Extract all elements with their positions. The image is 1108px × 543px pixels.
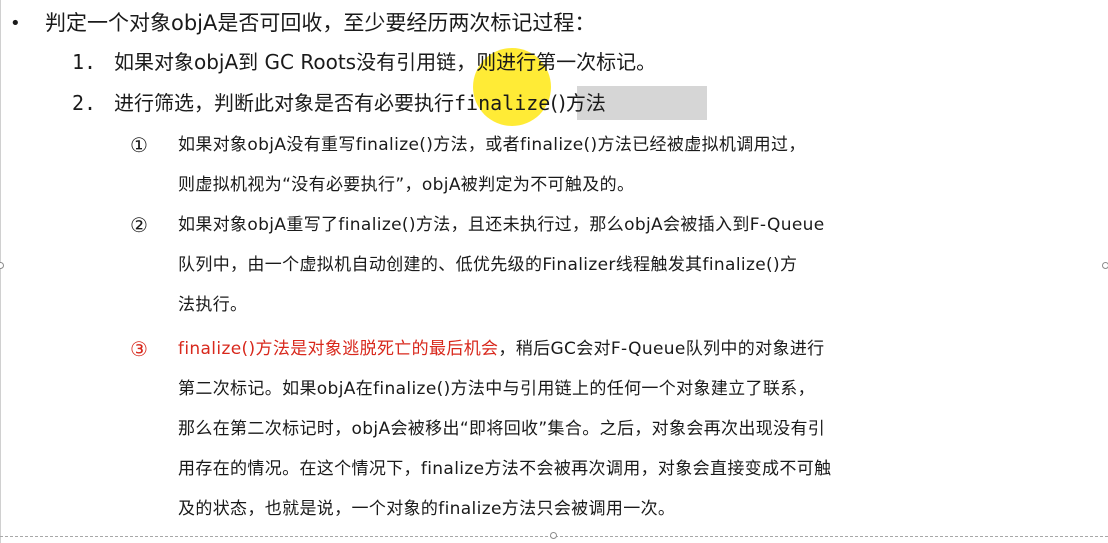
resize-handle-left[interactable] [0,262,4,269]
step-number: 2. [72,91,97,115]
item-line-rest: ，稍后GC会对F-Queue队列中的对象进行 [498,339,825,359]
item-body: 如果对象objA没有重写finalize()方法，或者finalize()方法已… [178,132,1105,212]
circled-number-1: ① [130,133,148,157]
item-body: finalize()方法是对象逃脱死亡的最后机会，稍后GC会对F-Queue队列… [178,336,1105,536]
step-number: 1. [72,50,97,74]
slide-left-edge [0,0,1,543]
step-2: 2. 进行筛选，判断此对象是否有必要执行finalize()方法 [72,89,606,117]
item-line: 如果对象objA没有重写finalize()方法，或者finalize()方法已… [178,135,806,155]
bullet-icon: • [10,13,21,34]
step-1: 1. 如果对象objA到 GC Roots没有引用链，则进行第一次标记。 [72,48,656,76]
item-line: 第二次标记。如果objA在finalize()方法中与引用链上的任何一个对象建立… [178,379,815,399]
headline: 判定一个对象objA是否可回收，至少要经历两次标记过程： [45,11,596,35]
item-line: 及的状态，也就是说，一个对象的finalize方法只会被调用一次。 [178,499,676,519]
item-line: 用存在的情况。在这个情况下，finalize方法不会被再次调用，对象会直接变成不… [178,459,832,479]
item-body: 如果对象objA重写了finalize()方法，且还未执行过，那么objA会被插… [178,212,1105,332]
step-text-suffix: ()方法 [550,91,606,115]
emphasis-text: finalize()方法是对象逃脱死亡的最后机会 [178,339,499,359]
circled-number-3: ③ [130,337,148,361]
item-line: 队列中，由一个虚拟机自动创建的、低优先级的Finalizer线程触发其final… [178,255,798,275]
step-text: 进行筛选，判断此对象是否有必要执行 [114,91,454,115]
step-text: 如果对象objA到 GC Roots没有引用链，则进行第一次标记。 [114,50,657,74]
item-line: 法执行。 [178,295,248,315]
slide-canvas: • 判定一个对象objA是否可回收，至少要经历两次标记过程： 1. 如果对象obj… [0,0,1108,543]
item-line: 如果对象objA重写了finalize()方法，且还未执行过，那么objA会被插… [178,215,825,235]
item-line: 则虚拟机视为“没有必要执行”，objA被判定为不可触及的。 [178,175,635,195]
item-line: finalize()方法是对象逃脱死亡的最后机会，稍后GC会对F-Queue队列… [178,336,1105,376]
item-line: 那么在第二次标记时，objA会被移出“即将回收”集合。之后，对象会再次出现没有引 [178,419,826,439]
circled-number-2: ② [130,213,148,237]
finalize-keyword: finalize [454,91,551,115]
